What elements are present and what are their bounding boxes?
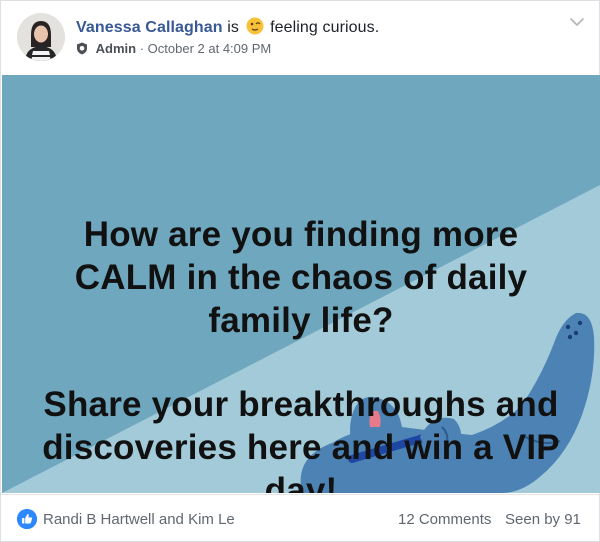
- like-icon[interactable]: [17, 509, 37, 529]
- image-question-line: CALM in the chaos of daily: [74, 258, 528, 297]
- post-image[interactable]: How are you finding more CALM in the cha…: [2, 75, 600, 493]
- reactors-names[interactable]: Randi B Hartwell and Kim Le: [43, 511, 235, 528]
- image-callout-line: Share your breakthroughs and: [43, 385, 559, 424]
- feeling-text: feeling curious.: [270, 19, 380, 36]
- meta-separator: ·: [139, 41, 145, 56]
- admin-badge: Admin: [95, 41, 137, 56]
- admin-shield-icon: [76, 42, 88, 58]
- post-meta: Admin · October 2 at 4:09 PM: [76, 41, 271, 58]
- image-question-line: How are you finding more: [83, 215, 519, 254]
- post-header: Vanessa Callaghan is feeling curious. Ad…: [1, 1, 599, 77]
- feeling-emoji-icon: [246, 17, 264, 40]
- image-callout-line: discoveries here and win a VIP: [42, 428, 560, 467]
- seen-by-count[interactable]: Seen by 91: [505, 511, 581, 528]
- image-callout-line: day!: [264, 471, 338, 493]
- feed-post: Vanessa Callaghan is feeling curious. Ad…: [0, 0, 600, 542]
- feeling-verb: is: [227, 19, 239, 36]
- avatar[interactable]: [17, 13, 65, 61]
- author-line: Vanessa Callaghan is feeling curious.: [76, 17, 379, 40]
- post-footer: Randi B Hartwell and Kim Le 12 Comments …: [1, 494, 599, 542]
- chevron-down-icon[interactable]: [569, 15, 585, 27]
- comments-count[interactable]: 12 Comments: [398, 511, 491, 528]
- author-name[interactable]: Vanessa Callaghan: [76, 19, 223, 36]
- image-callout: Share your breakthroughs and discoveries…: [2, 383, 600, 493]
- post-timestamp[interactable]: October 2 at 4:09 PM: [148, 41, 272, 56]
- image-question: How are you finding more CALM in the cha…: [2, 213, 600, 342]
- image-question-line: family life?: [208, 301, 394, 340]
